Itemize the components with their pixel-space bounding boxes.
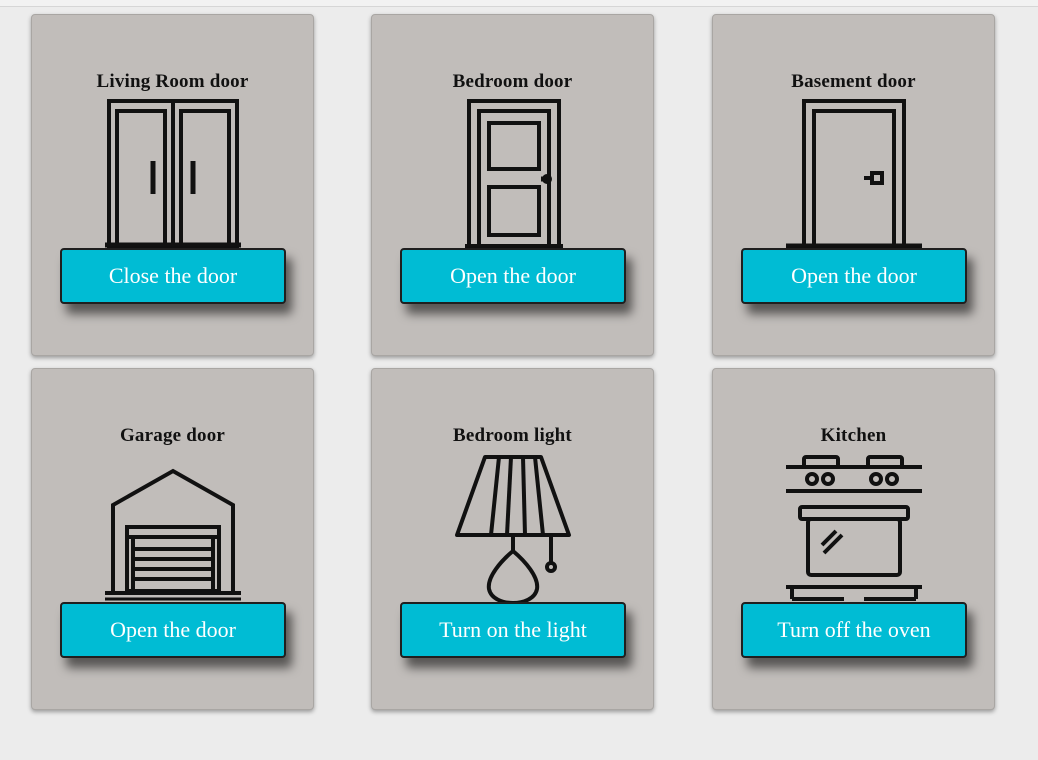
card-title: Bedroom door — [452, 71, 573, 92]
oven-icon — [784, 453, 924, 603]
door-icon — [784, 99, 924, 249]
card-bedroom-door: Bedroom door Open the door — [371, 14, 654, 356]
device-grid: Living Room door Close the door Bedroom … — [0, 0, 1038, 760]
open-door-button[interactable]: Open the door — [400, 248, 626, 304]
card-bedroom-light: Bedroom light Turn on the light — [371, 368, 654, 710]
card-kitchen: Kitchen Turn off the oven — [712, 368, 995, 710]
card-basement-door: Basement door Open the door — [712, 14, 995, 356]
close-door-button[interactable]: Close the door — [60, 248, 286, 304]
card-title: Bedroom light — [453, 425, 572, 446]
double-door-icon — [103, 99, 243, 249]
turn-off-oven-button[interactable]: Turn off the oven — [741, 602, 967, 658]
garage-icon — [103, 453, 243, 603]
lamp-icon — [443, 453, 583, 603]
open-door-button[interactable]: Open the door — [741, 248, 967, 304]
turn-on-light-button[interactable]: Turn on the light — [400, 602, 626, 658]
card-title: Living Room door — [96, 71, 249, 92]
card-garage-door: Garage door Open the door — [31, 368, 314, 710]
card-title: Basement door — [791, 71, 916, 92]
card-title: Garage door — [119, 425, 226, 446]
card-living-room-door: Living Room door Close the door — [31, 14, 314, 356]
panel-door-icon — [443, 99, 583, 249]
open-door-button[interactable]: Open the door — [60, 602, 286, 658]
card-title: Kitchen — [820, 425, 887, 446]
